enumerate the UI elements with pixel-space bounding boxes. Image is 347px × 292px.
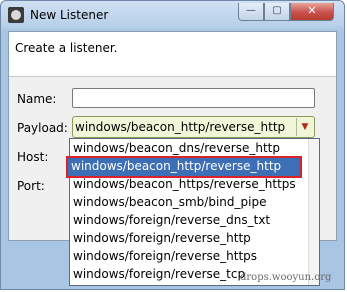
payload-option[interactable]: windows/beacon_smb/bind_pipe (70, 194, 308, 212)
payload-dropdown-list: windows/beacon_dns/reverse_http windows/… (66, 138, 320, 286)
payload-option[interactable]: windows/foreign/reverse_dns_txt (70, 212, 308, 230)
description-text: Create a listener. (15, 41, 118, 55)
payload-option[interactable]: windows/beacon_https/reverse_https (70, 176, 308, 194)
chevron-down-icon[interactable]: ▼ (296, 118, 313, 136)
name-input[interactable] (72, 88, 315, 108)
watermark: drops.wooyun.org (240, 272, 332, 283)
maximize-button[interactable]: ▢ (264, 3, 290, 21)
payload-option[interactable]: windows/beacon_dns/reverse_http (70, 140, 308, 158)
name-label: Name: (17, 92, 57, 106)
app-icon (8, 7, 24, 23)
dropdown-scrollbar[interactable] (308, 139, 319, 285)
payload-option[interactable]: windows/foreign/reverse_http (70, 230, 308, 248)
description-banner: Create a listener. (9, 32, 336, 77)
payload-option-selected[interactable]: windows/beacon_http/reverse_http (66, 156, 302, 178)
payload-option[interactable]: windows/foreign/reverse_https (70, 248, 308, 266)
window-title: New Listener (30, 8, 109, 22)
host-label: Host: (17, 150, 49, 164)
payload-select[interactable]: windows/beacon_http/reverse_http ▼ (72, 116, 315, 138)
payload-label: Payload: (17, 121, 68, 135)
close-button[interactable]: ✕ (290, 3, 334, 21)
payload-select-value: windows/beacon_http/reverse_http (75, 120, 286, 134)
minimize-button[interactable]: — (238, 3, 264, 21)
port-label: Port: (17, 179, 45, 193)
title-bar[interactable]: New Listener — ▢ ✕ (1, 1, 346, 31)
